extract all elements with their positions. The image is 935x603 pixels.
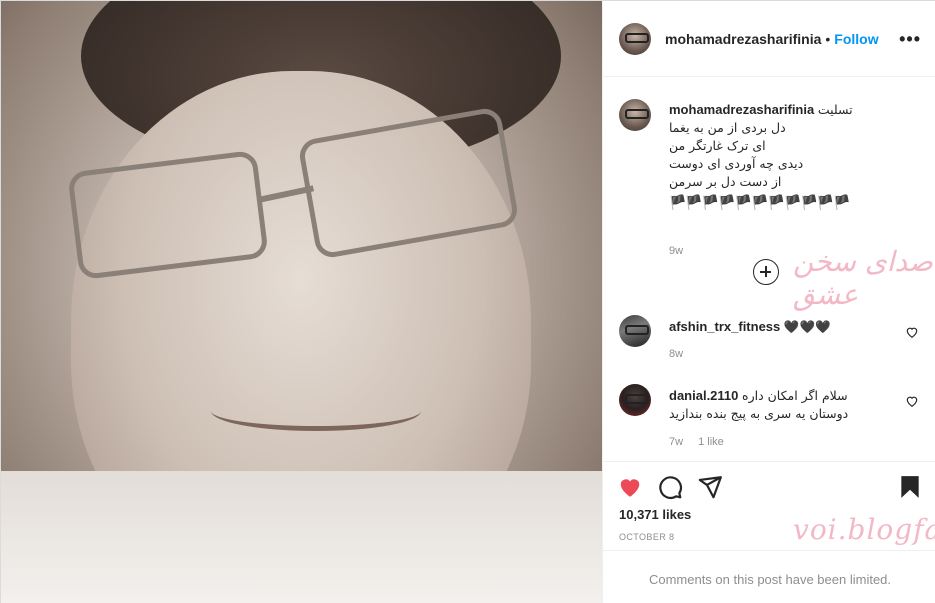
- more-icon[interactable]: •••: [899, 29, 921, 50]
- photo-shirt: [1, 471, 602, 603]
- comments-limited-notice: Comments on this post have been limited.: [603, 550, 935, 603]
- bookmark-filled-icon[interactable]: [897, 474, 923, 500]
- post-image[interactable]: Black and white portrait photo of an old…: [1, 1, 602, 603]
- commenter-avatar[interactable]: [619, 315, 651, 347]
- caption-timestamp[interactable]: 9w: [669, 245, 683, 257]
- comment-like-icon[interactable]: [905, 394, 919, 408]
- action-bar: [603, 461, 935, 513]
- caption-line: از دست دل بر سرمن: [669, 174, 782, 189]
- plus-circle-icon[interactable]: [753, 259, 779, 285]
- comment-username[interactable]: danial.2110: [669, 388, 738, 403]
- comment-text: 🖤🖤🖤: [783, 319, 831, 334]
- comment-body: danial.2110 سلام اگر امکان داره دوستان ی…: [669, 387, 884, 423]
- likes-count[interactable]: 10,371 likes: [619, 507, 691, 522]
- post-date[interactable]: OCTOBER 8: [619, 532, 674, 542]
- post-header: mohamadrezasharifinia • Follow •••: [603, 1, 935, 77]
- author-username[interactable]: mohamadrezasharifinia: [665, 31, 821, 47]
- comment-timestamp[interactable]: 8w: [669, 348, 683, 360]
- comment-item: danial.2110 سلام اگر امکان داره دوستان ی…: [619, 384, 921, 448]
- heart-filled-icon[interactable]: [617, 474, 643, 500]
- caption-line: دیدی چه آوردی ای دوست: [669, 156, 804, 171]
- post-image-alt: Black and white portrait photo of an old…: [1, 1, 2, 2]
- comments-section: mohamadrezasharifinia تسلیت دل بردی از م…: [603, 77, 935, 461]
- caption-flags: 🏴🏴🏴🏴🏴🏴🏴🏴🏴🏴🏴: [669, 194, 851, 210]
- comment-icon[interactable]: [657, 474, 683, 500]
- comment-username[interactable]: afshin_trx_fitness: [669, 319, 780, 334]
- comment-timestamp[interactable]: 7w: [669, 436, 683, 448]
- comment-meta: 7w 1 like: [669, 436, 736, 448]
- comment-item: afshin_trx_fitness 🖤🖤🖤 8w: [619, 315, 921, 360]
- comment-body: afshin_trx_fitness 🖤🖤🖤: [669, 318, 884, 336]
- comment-like-icon[interactable]: [905, 325, 919, 339]
- header-separator: •: [825, 30, 831, 47]
- caption-username[interactable]: mohamadrezasharifinia: [669, 102, 814, 117]
- commenter-avatar[interactable]: [619, 384, 651, 416]
- comment-meta: 8w: [669, 348, 695, 360]
- watermark-persian: صدای سخن عشق: [793, 245, 933, 311]
- follow-button[interactable]: Follow: [834, 31, 878, 47]
- author-avatar[interactable]: [619, 22, 651, 55]
- caption-avatar[interactable]: [619, 99, 651, 131]
- watermark-blog: voi.blogfa: [793, 513, 935, 546]
- photo-mouth: [211, 391, 421, 431]
- caption-line: دل بردی از من به یغما: [669, 120, 786, 135]
- share-icon[interactable]: [697, 474, 723, 500]
- caption-line: تسلیت: [817, 102, 853, 117]
- post-side-panel: mohamadrezasharifinia • Follow ••• moham…: [602, 1, 935, 603]
- caption-body: mohamadrezasharifinia تسلیت دل بردی از م…: [669, 101, 909, 211]
- caption-line: ای ترک غارتگر من: [669, 138, 766, 153]
- photo-glasses-left: [67, 149, 269, 281]
- post-frame: Black and white portrait photo of an old…: [0, 0, 935, 603]
- comment-like-count[interactable]: 1 like: [698, 436, 724, 448]
